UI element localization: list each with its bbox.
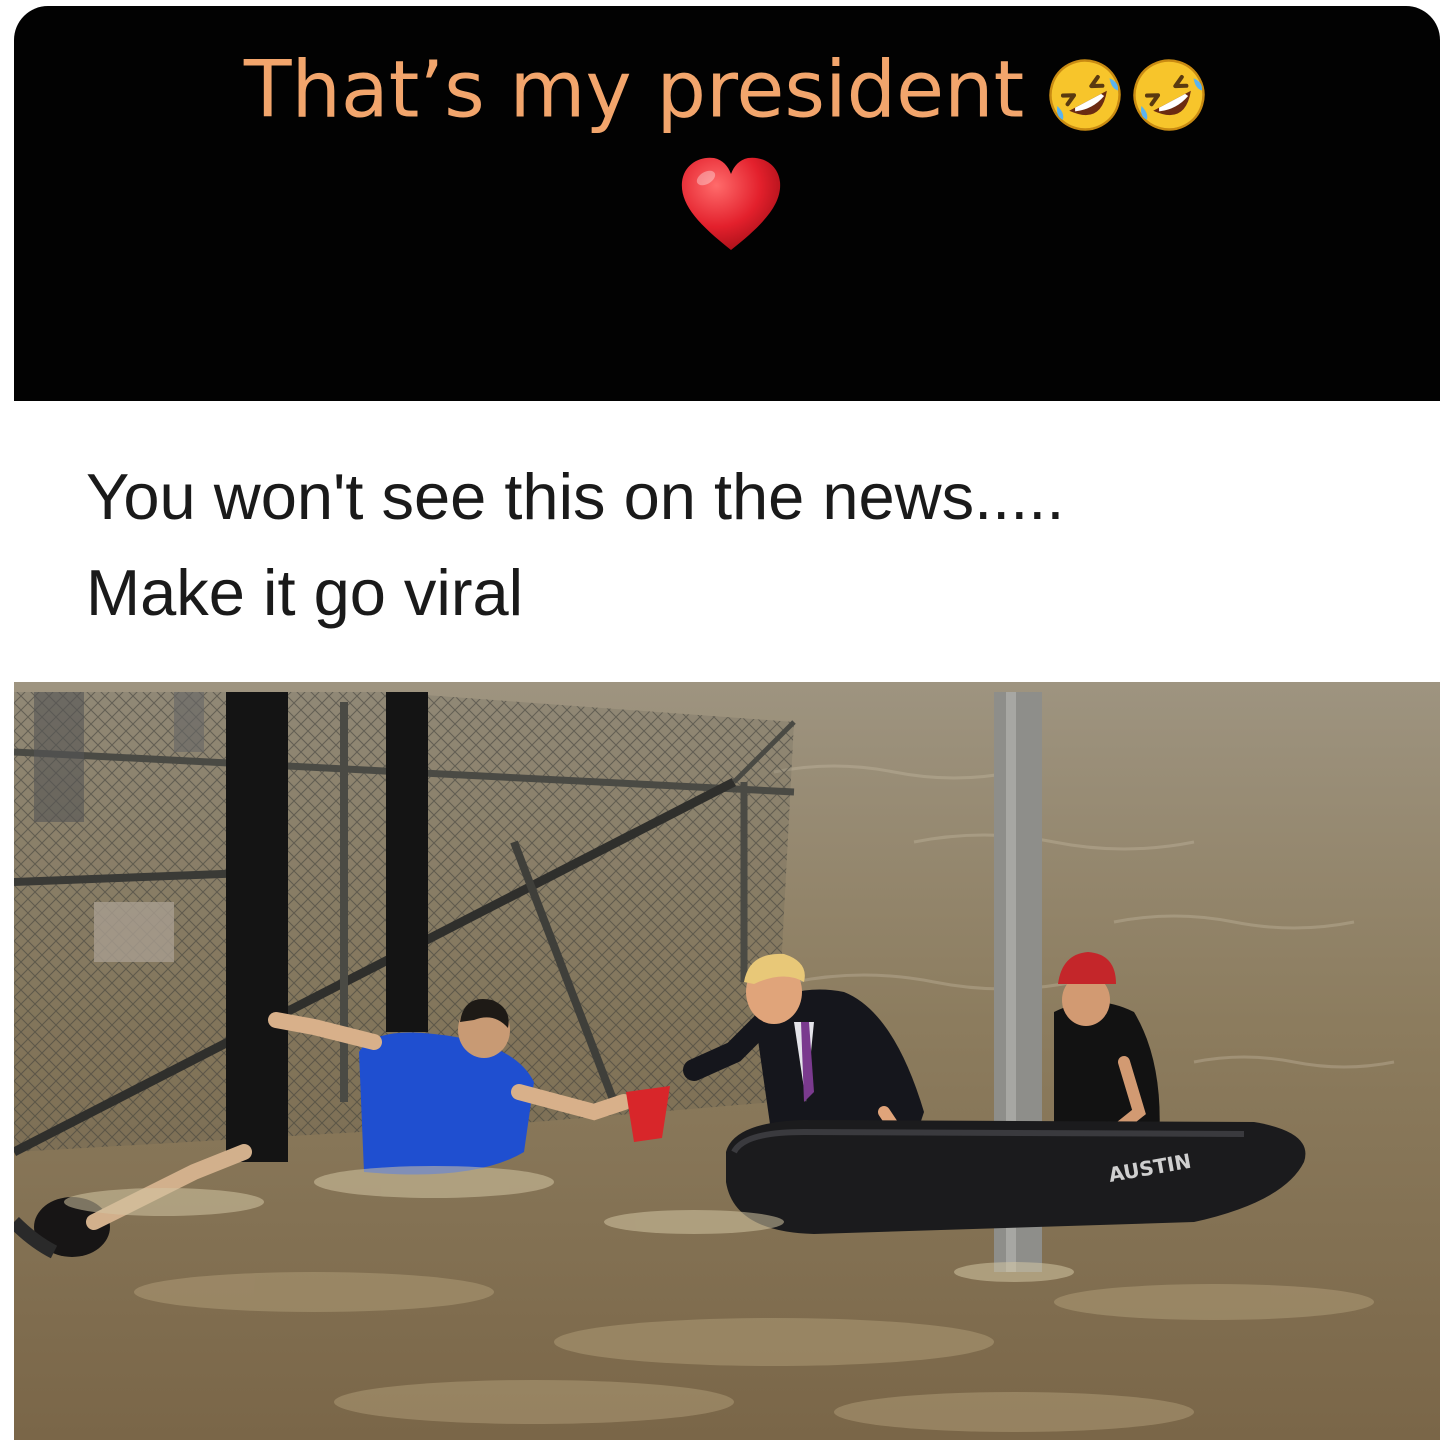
caption: You won't see this on the news..... Make…: [86, 449, 1406, 641]
laughing-emoji-icon: [1133, 59, 1205, 131]
flood-scene-illustration: AUSTIN: [14, 682, 1440, 1440]
caption-line-2: Make it go viral: [86, 556, 524, 629]
headline-emojis: [1042, 41, 1210, 141]
fence-post: [226, 692, 288, 1162]
meme-post: That’s my president You won't see this o…: [14, 6, 1440, 1440]
caption-panel: You won't see this on the news..... Make…: [14, 401, 1440, 682]
laughing-emoji-icon: [1049, 59, 1121, 131]
flood-rescue-photo: AUSTIN: [14, 682, 1440, 1440]
caption-line-1: You won't see this on the news.....: [86, 460, 1065, 533]
headline-panel: That’s my president: [14, 6, 1440, 401]
fence-post: [386, 692, 428, 1032]
headline: That’s my president: [14, 36, 1440, 141]
headline-text: That’s my president: [243, 45, 1025, 136]
red-heart-icon: [681, 157, 781, 250]
